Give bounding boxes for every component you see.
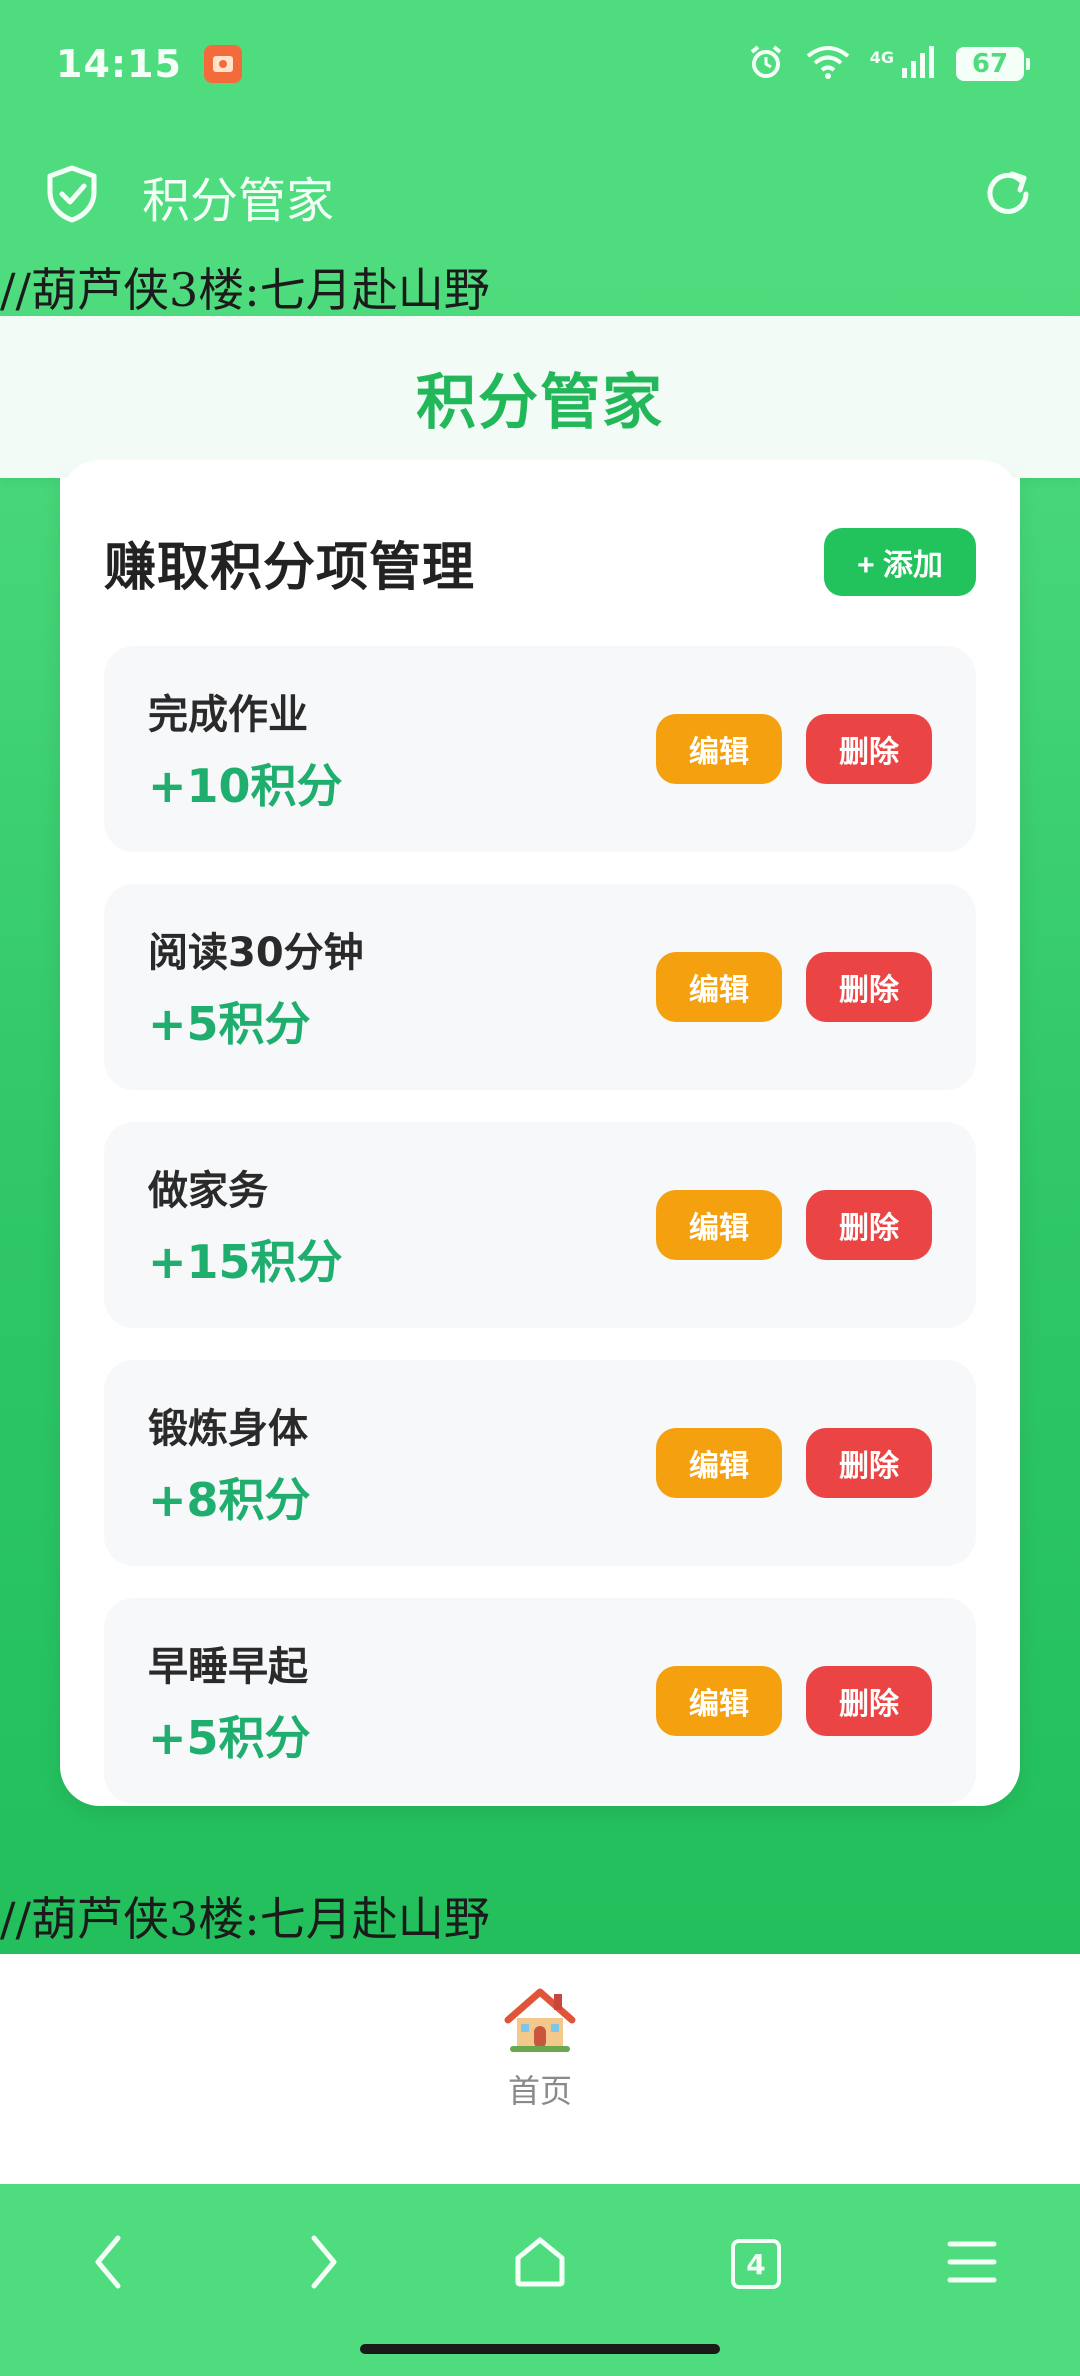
status-icons: 4G 67 <box>746 42 1030 86</box>
edit-button[interactable]: 编辑 <box>656 1666 782 1736</box>
item-points: +8积分 <box>148 1473 311 1527</box>
item-list: 完成作业 +10积分 编辑 删除 阅读30分钟 +5积分 编辑 删除 做家务 +… <box>104 638 976 1804</box>
back-button[interactable] <box>58 2214 158 2314</box>
home-indicator[interactable] <box>360 2344 720 2354</box>
item-points: +10积分 <box>148 759 343 813</box>
watermark-top: //葫芦侠3楼:七月赴山野 <box>0 264 490 317</box>
house-icon <box>502 1984 578 2060</box>
wifi-icon <box>804 42 852 86</box>
status-bar: 14:15 4G 67 <box>0 0 1080 128</box>
menu-icon <box>946 2238 998 2290</box>
item-name: 阅读30分钟 <box>148 930 364 976</box>
add-item-button[interactable]: + 添加 <box>824 528 976 596</box>
delete-button[interactable]: 删除 <box>806 952 932 1022</box>
forward-button[interactable] <box>274 2214 374 2314</box>
delete-button[interactable]: 删除 <box>806 1666 932 1736</box>
tabs-icon: 4 <box>731 2239 781 2289</box>
list-item: 做家务 +15积分 编辑 删除 <box>104 1122 976 1328</box>
list-item: 阅读30分钟 +5积分 编辑 删除 <box>104 884 976 1090</box>
home-icon <box>512 2234 568 2294</box>
item-name: 完成作业 <box>148 692 308 738</box>
toolbar-title: 积分管家 <box>142 173 335 229</box>
battery-icon: 67 <box>956 47 1030 81</box>
edit-button[interactable]: 编辑 <box>656 714 782 784</box>
item-points: +15积分 <box>148 1235 343 1289</box>
tabs-button[interactable]: 4 <box>706 2214 806 2314</box>
list-item: 完成作业 +10积分 编辑 删除 <box>104 646 976 852</box>
edit-button[interactable]: 编辑 <box>656 1428 782 1498</box>
menu-button[interactable] <box>922 2214 1022 2314</box>
earn-items-card: 赚取积分项管理 + 添加 完成作业 +10积分 编辑 删除 阅读30分钟 +5积… <box>60 460 1020 1806</box>
card-header: 赚取积分项管理 + 添加 <box>104 478 976 638</box>
tab-home-label: 首页 <box>507 2072 572 2110</box>
list-item: 早睡早起 +5积分 编辑 删除 <box>104 1598 976 1804</box>
back-icon <box>88 2232 128 2296</box>
webview-content: //葫芦侠3楼:七月赴山野 积分管家 赚取积分项管理 + 添加 完成作业 +10… <box>0 264 1080 1954</box>
list-item: 锻炼身体 +8积分 编辑 删除 <box>104 1360 976 1566</box>
section-title: 赚取积分项管理 <box>104 537 476 598</box>
app-toolbar: 积分管家 <box>0 128 1080 264</box>
alarm-icon <box>746 42 786 86</box>
refresh-icon[interactable] <box>980 166 1036 226</box>
watermark-bottom: //葫芦侠3楼:七月赴山野 <box>0 1892 490 1946</box>
edit-button[interactable]: 编辑 <box>656 1190 782 1260</box>
item-name: 早睡早起 <box>148 1644 308 1690</box>
delete-button[interactable]: 删除 <box>806 1428 932 1498</box>
item-points: +5积分 <box>148 997 311 1051</box>
notification-app-icon <box>203 45 242 83</box>
delete-button[interactable]: 删除 <box>806 1190 932 1260</box>
edit-button[interactable]: 编辑 <box>656 952 782 1022</box>
home-button[interactable] <box>490 2214 590 2314</box>
signal-icon <box>898 42 938 86</box>
status-time: 14:15 <box>56 42 182 86</box>
item-name: 做家务 <box>148 1168 268 1214</box>
bottom-tabbar: 首页 <box>0 1954 1080 2184</box>
delete-button[interactable]: 删除 <box>806 714 932 784</box>
page-title: 积分管家 <box>416 367 664 438</box>
forward-icon <box>304 2232 344 2296</box>
tab-home[interactable]: 首页 <box>502 1954 578 2184</box>
shield-check-icon <box>44 164 100 228</box>
item-name: 锻炼身体 <box>148 1406 308 1452</box>
page-header: 积分管家 <box>0 316 1080 478</box>
item-points: +5积分 <box>148 1711 311 1765</box>
network-type: 4G <box>869 47 894 67</box>
